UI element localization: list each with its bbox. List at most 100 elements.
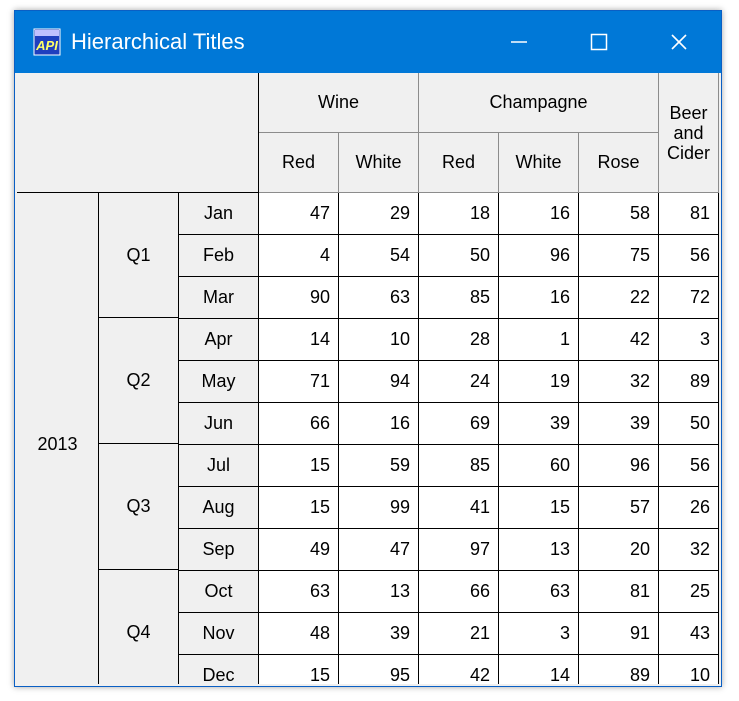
row-header-month[interactable]: Feb xyxy=(179,235,259,277)
data-cell-wine-red[interactable]: 63 xyxy=(259,571,339,613)
row-header-month[interactable]: Jul xyxy=(179,445,259,487)
data-cell-champagne-red[interactable]: 97 xyxy=(419,529,499,571)
close-button[interactable] xyxy=(645,11,713,73)
data-cell-champagne-rose[interactable]: 58 xyxy=(579,193,659,235)
row-header-month[interactable]: Jun xyxy=(179,403,259,445)
data-cell-champagne-red[interactable]: 50 xyxy=(419,235,499,277)
row-header-month[interactable]: Dec xyxy=(179,655,259,684)
data-cell-wine-white[interactable]: 94 xyxy=(339,361,419,403)
data-cell-champagne-white[interactable]: 60 xyxy=(499,445,579,487)
data-cell-wine-red[interactable]: 47 xyxy=(259,193,339,235)
column-header-champagne-white[interactable]: White xyxy=(499,133,579,193)
data-cell-beer-and-cider[interactable]: 26 xyxy=(659,487,719,529)
data-cell-champagne-white[interactable]: 1 xyxy=(499,319,579,361)
data-cell-wine-red[interactable]: 14 xyxy=(259,319,339,361)
data-cell-beer-and-cider[interactable]: 72 xyxy=(659,277,719,319)
row-header-month[interactable]: Aug xyxy=(179,487,259,529)
data-cell-champagne-white[interactable]: 3 xyxy=(499,613,579,655)
data-cell-wine-white[interactable]: 10 xyxy=(339,319,419,361)
data-cell-beer-and-cider[interactable]: 3 xyxy=(659,319,719,361)
data-cell-wine-white[interactable]: 13 xyxy=(339,571,419,613)
data-cell-beer-and-cider[interactable]: 89 xyxy=(659,361,719,403)
column-header-champagne-red[interactable]: Red xyxy=(419,133,499,193)
data-cell-champagne-red[interactable]: 42 xyxy=(419,655,499,684)
data-cell-wine-red[interactable]: 15 xyxy=(259,655,339,684)
data-cell-wine-white[interactable]: 39 xyxy=(339,613,419,655)
flex-grid[interactable]: Wine Champagne Beer and Cider Red White … xyxy=(17,73,719,684)
data-cell-champagne-red[interactable]: 21 xyxy=(419,613,499,655)
data-cell-champagne-white[interactable]: 96 xyxy=(499,235,579,277)
data-cell-wine-red[interactable]: 15 xyxy=(259,445,339,487)
data-cell-champagne-red[interactable]: 69 xyxy=(419,403,499,445)
data-cell-champagne-rose[interactable]: 57 xyxy=(579,487,659,529)
row-header-quarter[interactable]: Q1 xyxy=(99,193,179,318)
data-cell-champagne-rose[interactable]: 89 xyxy=(579,655,659,684)
data-cell-champagne-white[interactable]: 19 xyxy=(499,361,579,403)
data-cell-beer-and-cider[interactable]: 81 xyxy=(659,193,719,235)
data-cell-champagne-rose[interactable]: 75 xyxy=(579,235,659,277)
data-cell-champagne-rose[interactable]: 91 xyxy=(579,613,659,655)
row-header-month[interactable]: Sep xyxy=(179,529,259,571)
data-cell-champagne-red[interactable]: 18 xyxy=(419,193,499,235)
data-cell-wine-white[interactable]: 16 xyxy=(339,403,419,445)
column-group-header-wine[interactable]: Wine xyxy=(259,73,419,133)
data-cell-beer-and-cider[interactable]: 50 xyxy=(659,403,719,445)
data-cell-champagne-rose[interactable]: 22 xyxy=(579,277,659,319)
maximize-button[interactable] xyxy=(565,11,633,73)
data-cell-wine-white[interactable]: 29 xyxy=(339,193,419,235)
row-header-quarter[interactable]: Q3 xyxy=(99,444,179,570)
data-cell-wine-red[interactable]: 71 xyxy=(259,361,339,403)
data-cell-wine-white[interactable]: 99 xyxy=(339,487,419,529)
data-cell-champagne-rose[interactable]: 42 xyxy=(579,319,659,361)
row-header-month[interactable]: Jan xyxy=(179,193,259,235)
data-cell-wine-red[interactable]: 90 xyxy=(259,277,339,319)
data-cell-champagne-white[interactable]: 16 xyxy=(499,193,579,235)
data-cell-champagne-red[interactable]: 66 xyxy=(419,571,499,613)
column-header-wine-white[interactable]: White xyxy=(339,133,419,193)
minimize-button[interactable] xyxy=(485,11,553,73)
data-cell-wine-white[interactable]: 54 xyxy=(339,235,419,277)
row-header-year[interactable]: 2013 xyxy=(17,193,99,684)
row-header-month[interactable]: Nov xyxy=(179,613,259,655)
data-cell-champagne-white[interactable]: 15 xyxy=(499,487,579,529)
data-cell-champagne-white[interactable]: 16 xyxy=(499,277,579,319)
data-cell-wine-red[interactable]: 66 xyxy=(259,403,339,445)
data-cell-beer-and-cider[interactable]: 56 xyxy=(659,235,719,277)
data-cell-wine-white[interactable]: 63 xyxy=(339,277,419,319)
data-cell-champagne-rose[interactable]: 32 xyxy=(579,361,659,403)
data-cell-beer-and-cider[interactable]: 10 xyxy=(659,655,719,684)
data-cell-champagne-rose[interactable]: 39 xyxy=(579,403,659,445)
data-cell-champagne-rose[interactable]: 20 xyxy=(579,529,659,571)
column-header-beer-and-cider[interactable]: Beer and Cider xyxy=(659,73,719,193)
data-cell-champagne-white[interactable]: 63 xyxy=(499,571,579,613)
data-cell-champagne-red[interactable]: 24 xyxy=(419,361,499,403)
row-header-month[interactable]: Oct xyxy=(179,571,259,613)
data-cell-beer-and-cider[interactable]: 56 xyxy=(659,445,719,487)
row-header-month[interactable]: May xyxy=(179,361,259,403)
row-header-month[interactable]: Apr xyxy=(179,319,259,361)
data-cell-wine-white[interactable]: 59 xyxy=(339,445,419,487)
data-cell-wine-red[interactable]: 15 xyxy=(259,487,339,529)
data-cell-champagne-red[interactable]: 85 xyxy=(419,445,499,487)
row-header-quarter[interactable]: Q4 xyxy=(99,570,179,684)
data-cell-champagne-red[interactable]: 85 xyxy=(419,277,499,319)
data-cell-champagne-rose[interactable]: 81 xyxy=(579,571,659,613)
data-cell-wine-white[interactable]: 47 xyxy=(339,529,419,571)
row-header-month[interactable]: Mar xyxy=(179,277,259,319)
data-cell-champagne-rose[interactable]: 96 xyxy=(579,445,659,487)
data-cell-wine-red[interactable]: 48 xyxy=(259,613,339,655)
data-cell-wine-red[interactable]: 4 xyxy=(259,235,339,277)
data-cell-beer-and-cider[interactable]: 43 xyxy=(659,613,719,655)
data-cell-wine-red[interactable]: 49 xyxy=(259,529,339,571)
data-cell-champagne-red[interactable]: 28 xyxy=(419,319,499,361)
column-header-wine-red[interactable]: Red xyxy=(259,133,339,193)
row-header-quarter[interactable]: Q2 xyxy=(99,318,179,444)
column-group-header-champagne[interactable]: Champagne xyxy=(419,73,659,133)
title-bar[interactable]: API Hierarchical Titles xyxy=(15,11,721,73)
data-cell-wine-white[interactable]: 95 xyxy=(339,655,419,684)
data-cell-beer-and-cider[interactable]: 32 xyxy=(659,529,719,571)
data-cell-beer-and-cider[interactable]: 25 xyxy=(659,571,719,613)
data-cell-champagne-red[interactable]: 41 xyxy=(419,487,499,529)
data-cell-champagne-white[interactable]: 39 xyxy=(499,403,579,445)
data-cell-champagne-white[interactable]: 14 xyxy=(499,655,579,684)
